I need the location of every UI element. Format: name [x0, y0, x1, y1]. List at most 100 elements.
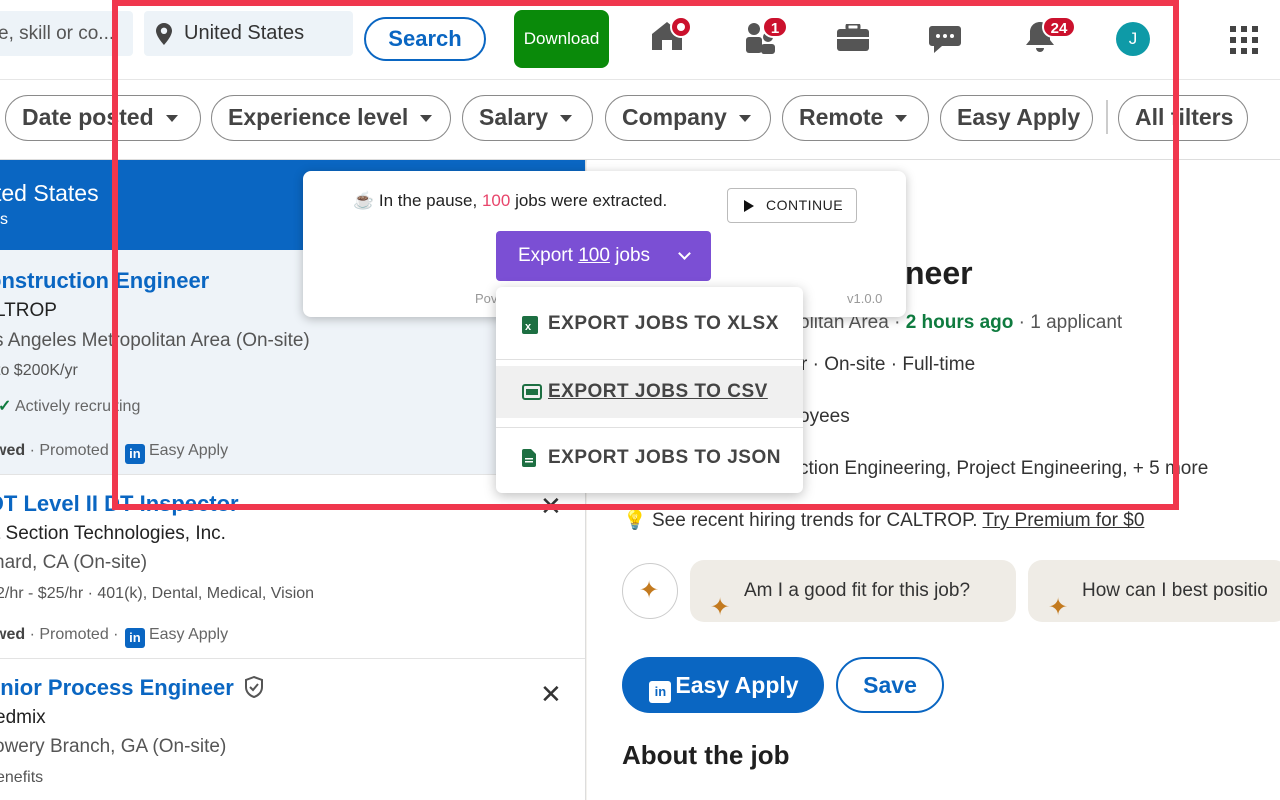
- search-location-input[interactable]: United States: [144, 11, 353, 56]
- filter-company[interactable]: Company: [605, 95, 771, 141]
- company-size: oyees: [799, 406, 850, 427]
- recruiting-status: ✓ Actively recruiting: [0, 396, 140, 416]
- csv-file-icon: [522, 384, 542, 400]
- job-title-link[interactable]: onstruction Engineer: [0, 268, 209, 294]
- job-location: nard, CA (On-site): [0, 552, 148, 573]
- caret-down-icon: [165, 115, 178, 123]
- viewed-label: wed: [0, 442, 26, 459]
- apps-grid-icon[interactable]: [1230, 26, 1258, 59]
- sparkle-icon: ✦: [710, 594, 731, 621]
- chevron-down-icon: [678, 247, 691, 260]
- search-button[interactable]: Search: [364, 17, 486, 61]
- job-list-count: lts: [0, 211, 8, 228]
- job-location: owery Branch, GA (On-site): [0, 736, 227, 757]
- caret-down-icon: [738, 115, 751, 123]
- filter-easy-apply[interactable]: Easy Apply: [940, 95, 1093, 141]
- job-title-link[interactable]: DT Level II DT Inspector: [0, 491, 239, 517]
- grid-icon: [1230, 26, 1258, 54]
- caret-down-icon: [420, 115, 433, 123]
- ai-assistant-button[interactable]: ✦: [622, 563, 678, 619]
- location-pin-icon: [156, 23, 172, 45]
- nav-notifications[interactable]: 24: [1024, 16, 1076, 59]
- filter-date-posted[interactable]: Date posted: [5, 95, 201, 141]
- download-button[interactable]: Download: [514, 10, 609, 68]
- nav-network[interactable]: 1: [744, 16, 788, 59]
- menu-divider: [496, 359, 803, 360]
- easy-apply-label: Easy Apply: [675, 672, 799, 698]
- export-dropdown-menu: x EXPORT JOBS TO XLSX EXPORT JOBS TO CSV…: [496, 287, 803, 493]
- coffee-icon: ☕: [353, 191, 375, 210]
- premium-hint: 💡 See recent hiring trends for CALTROP. …: [623, 508, 1144, 532]
- job-title-link[interactable]: enior Process Engineer: [0, 675, 264, 701]
- version-label: v1.0.0: [847, 291, 883, 306]
- filter-divider: [1106, 100, 1108, 134]
- export-prefix: Export: [518, 245, 573, 266]
- avatar[interactable]: J: [1116, 22, 1150, 56]
- lightbulb-icon: 💡: [623, 510, 647, 531]
- filter-label: Experience level: [228, 104, 409, 130]
- job-company: t Section Technologies, Inc.: [0, 523, 226, 544]
- filter-label: Company: [622, 104, 727, 130]
- promoted-label: Promoted: [39, 442, 109, 459]
- job-location: s Angeles Metropolitan Area (On-site): [0, 330, 310, 351]
- export-json-item[interactable]: EXPORT JOBS TO JSON: [496, 425, 803, 491]
- easy-apply-button[interactable]: in Easy Apply: [622, 657, 824, 713]
- menu-item-label: EXPORT JOBS TO CSV: [548, 381, 768, 402]
- verified-shield-icon: [244, 675, 263, 699]
- dismiss-job-icon[interactable]: ✕: [540, 679, 562, 710]
- job-detail-title: neer: [905, 255, 973, 291]
- chat-icon: [929, 26, 961, 53]
- nav-messaging[interactable]: [928, 24, 962, 59]
- sparkle-icon: ✦: [639, 577, 660, 604]
- filter-bar: Date posted Experience level Salary Comp…: [0, 80, 1280, 160]
- filter-label: Remote: [799, 104, 884, 130]
- job-company: edmix: [0, 707, 46, 728]
- filter-remote[interactable]: Remote: [782, 95, 929, 141]
- job-benefits: enefits: [0, 769, 44, 786]
- extraction-status: ☕ In the pause, 100 jobs were extracted.: [353, 191, 667, 211]
- job-salary: to $200K/yr: [0, 362, 78, 379]
- export-count: 100: [578, 245, 610, 266]
- notifications-badge: 24: [1042, 16, 1076, 38]
- promoted-label: Promoted: [39, 626, 109, 643]
- filter-experience-level[interactable]: Experience level: [211, 95, 451, 141]
- filter-salary[interactable]: Salary: [462, 95, 593, 141]
- ai-question-position[interactable]: ✦ How can I best positio: [1028, 560, 1280, 622]
- ai-question-fit[interactable]: ✦ Am I a good fit for this job?: [690, 560, 1016, 622]
- linkedin-icon: in: [124, 444, 145, 464]
- applicant-count: · 1 applicant: [1018, 312, 1123, 333]
- try-premium-link[interactable]: Try Premium for $0: [983, 510, 1145, 531]
- nav-jobs[interactable]: [836, 22, 870, 57]
- job-card[interactable]: enior Process Engineer ✕ edmix owery Bra…: [0, 659, 585, 800]
- search-keyword-input[interactable]: e, skill or co...: [0, 11, 133, 56]
- about-heading: About the job: [622, 740, 790, 770]
- dismiss-job-icon[interactable]: ✕: [540, 491, 562, 522]
- menu-item-label: EXPORT JOBS TO XLSX: [548, 313, 779, 334]
- recruiting-icon: ✓: [0, 398, 11, 415]
- caret-down-icon: [895, 115, 908, 123]
- job-card[interactable]: DT Level II DT Inspector ✕ t Section Tec…: [0, 475, 585, 659]
- powered-by-text: Pov: [475, 291, 498, 306]
- easy-apply-label: Easy Apply: [148, 626, 229, 643]
- continue-button[interactable]: CONTINUE: [727, 188, 857, 223]
- home-badge: [670, 16, 692, 38]
- skills-list[interactable]: ction Engineering, Project Engineering, …: [799, 458, 1208, 480]
- easy-apply-label: Easy Apply: [148, 442, 229, 459]
- status-suffix: jobs were extracted.: [515, 191, 668, 210]
- job-list-location: ted States: [0, 180, 99, 206]
- nav-home[interactable]: [650, 16, 692, 57]
- filter-label: All filters: [1135, 104, 1234, 130]
- viewed-label: wed: [0, 626, 26, 643]
- export-jobs-button[interactable]: Export 100 jobs: [496, 231, 711, 281]
- export-csv-item[interactable]: EXPORT JOBS TO CSV: [496, 366, 803, 418]
- play-icon: [744, 200, 754, 212]
- menu-item-label: EXPORT JOBS TO JSON: [548, 447, 781, 468]
- svg-text:x: x: [525, 321, 532, 333]
- job-salary: 2/hr - $25/hr · 401(k), Dental, Medical,…: [0, 585, 315, 602]
- sparkle-icon: ✦: [1048, 594, 1069, 621]
- export-xlsx-item[interactable]: x EXPORT JOBS TO XLSX: [496, 291, 803, 357]
- network-badge: 1: [762, 16, 788, 38]
- filter-all-filters[interactable]: All filters: [1118, 95, 1248, 141]
- save-button[interactable]: Save: [836, 657, 944, 713]
- ai-question-label: How can I best positio: [1082, 580, 1268, 601]
